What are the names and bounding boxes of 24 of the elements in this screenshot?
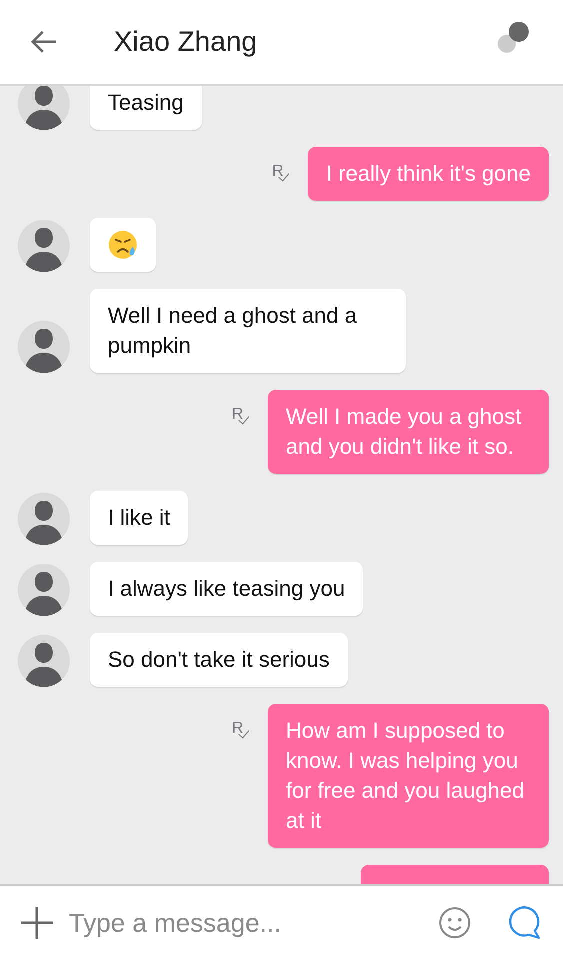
smiley-icon[interactable] — [439, 907, 471, 939]
sad-face-icon — [108, 230, 138, 260]
read-receipt: R — [272, 163, 294, 183]
message-bubble: Well I need a ghost and a pumpkin — [90, 289, 406, 373]
avatar-icon[interactable] — [18, 220, 70, 272]
avatar-icon[interactable] — [18, 635, 70, 687]
message-bubble: How am I supposed to know. I was helping you for free and you laughed at it — [268, 704, 549, 848]
avatar-icon[interactable] — [18, 321, 70, 373]
message-bubble: Well I made you a ghost and you didn't like it so. — [268, 390, 549, 474]
back-arrow-icon[interactable] — [30, 30, 58, 54]
avatar-icon[interactable] — [18, 564, 70, 616]
read-receipt: R — [232, 406, 254, 426]
chat-bubble-icon[interactable] — [507, 906, 541, 940]
message-bubble: Teasing — [90, 86, 202, 130]
read-receipt: R — [232, 720, 254, 740]
avatar-icon[interactable] — [18, 86, 70, 130]
message-input[interactable]: Type a message... — [67, 906, 425, 940]
message-bubble: So don't take it serious — [90, 633, 348, 687]
avatar-icon[interactable] — [18, 493, 70, 545]
plus-icon[interactable] — [21, 907, 53, 939]
message-bubble: I really think it's gone — [308, 147, 549, 201]
message-bubble: I like it — [90, 491, 188, 545]
contact-name: Xiao Zhang — [114, 26, 258, 58]
message-bubble: I always like teasing you — [90, 562, 364, 616]
